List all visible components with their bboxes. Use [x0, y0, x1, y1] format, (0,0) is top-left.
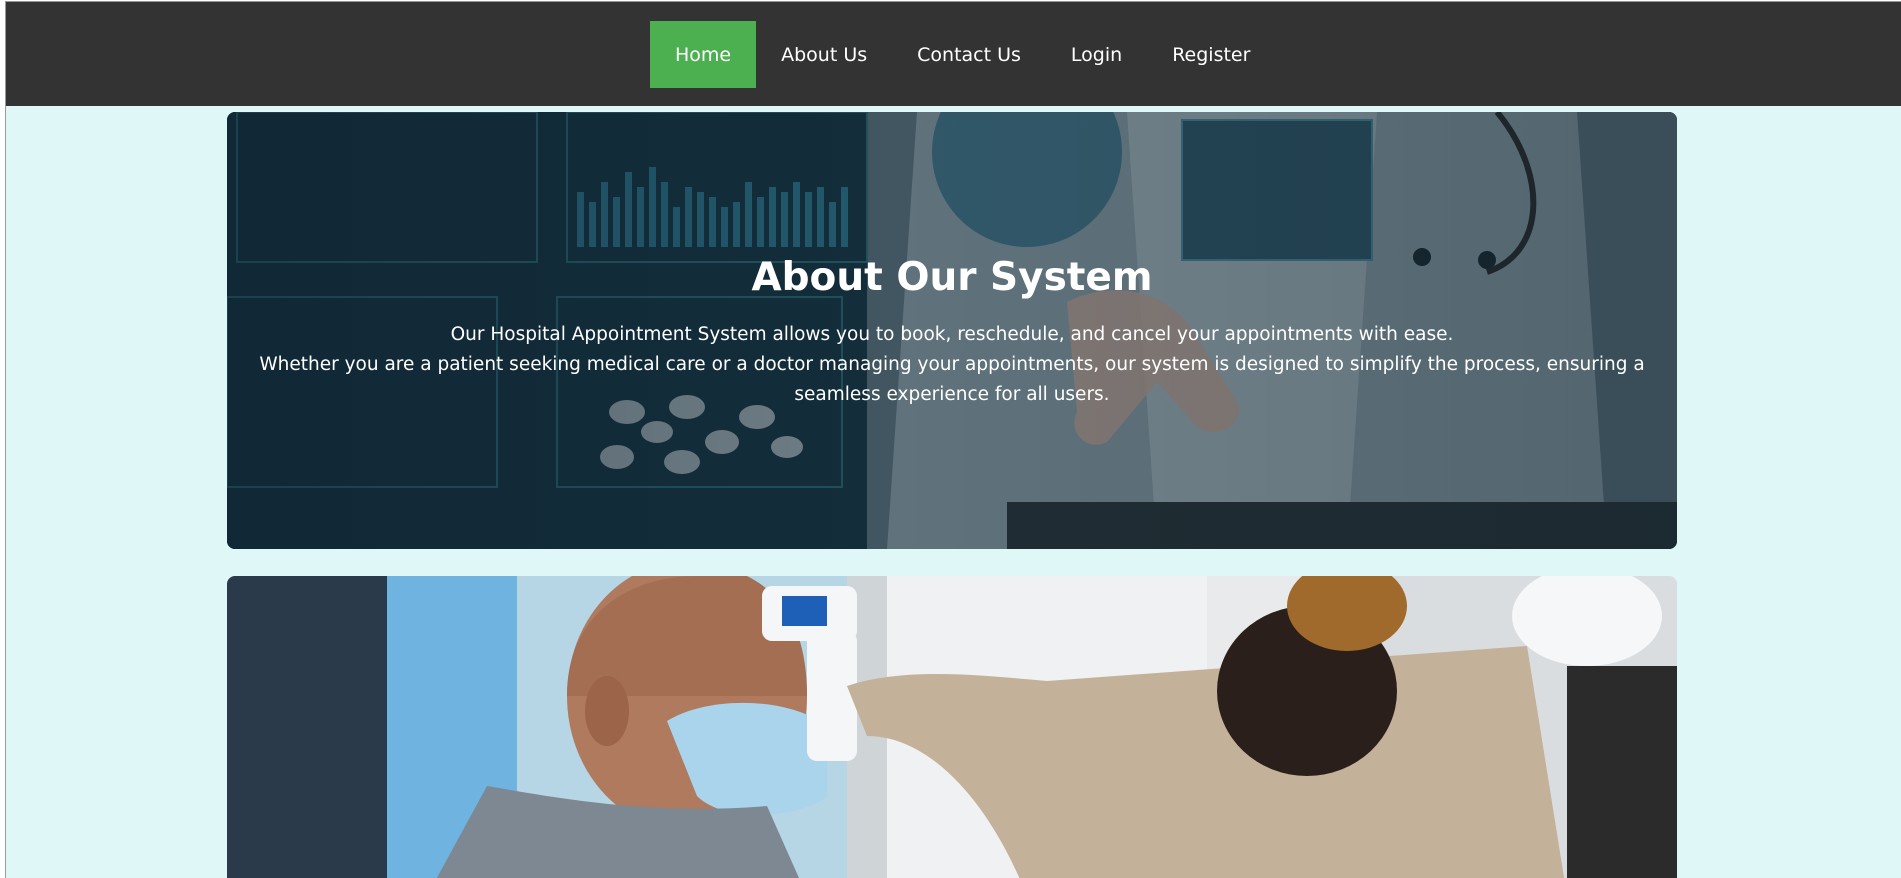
nav-contact-us-link[interactable]: Contact Us — [892, 21, 1046, 88]
nav-register-link[interactable]: Register — [1147, 21, 1275, 88]
about-title: About Our System — [751, 255, 1153, 300]
browser-viewport: Home About Us Contact Us Login Register — [5, 1, 1901, 878]
about-description-line-1: Our Hospital Appointment System allows y… — [450, 324, 1454, 345]
about-description: Our Hospital Appointment System allows y… — [247, 320, 1657, 410]
temperature-check-image — [227, 576, 1677, 878]
about-hero-banner: About Our System Our Hospital Appointmen… — [227, 112, 1677, 549]
nav-login-link[interactable]: Login — [1046, 21, 1147, 88]
nav-about-us-link[interactable]: About Us — [756, 21, 892, 88]
top-navbar: Home About Us Contact Us Login Register — [6, 2, 1901, 106]
nav-menu: Home About Us Contact Us Login Register — [650, 21, 1275, 88]
nav-home-link[interactable]: Home — [650, 21, 757, 88]
about-description-line-2: Whether you are a patient seeking medica… — [259, 354, 1645, 405]
health-screening-photo — [227, 576, 1677, 878]
